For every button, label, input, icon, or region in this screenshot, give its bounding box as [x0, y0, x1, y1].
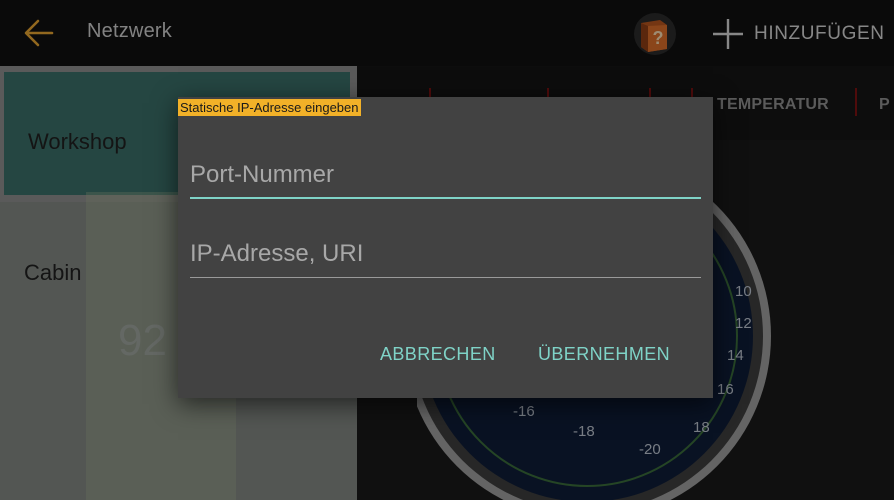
port-field [190, 155, 701, 199]
app-window: Netzwerk ? HINZUFÜGEN Workshop Cabin 92 [0, 0, 894, 500]
ip-field [190, 234, 701, 278]
port-input[interactable] [190, 155, 701, 195]
static-ip-dialog: Statische IP-Adresse eingeben ABBRECHEN … [178, 97, 713, 398]
cancel-button[interactable]: ABBRECHEN [380, 344, 496, 365]
ip-input[interactable] [190, 234, 701, 274]
ip-field-underline [190, 277, 701, 278]
apply-button[interactable]: ÜBERNEHMEN [538, 344, 670, 365]
port-field-underline [190, 197, 701, 199]
dialog-title: Statische IP-Adresse eingeben [178, 99, 361, 116]
